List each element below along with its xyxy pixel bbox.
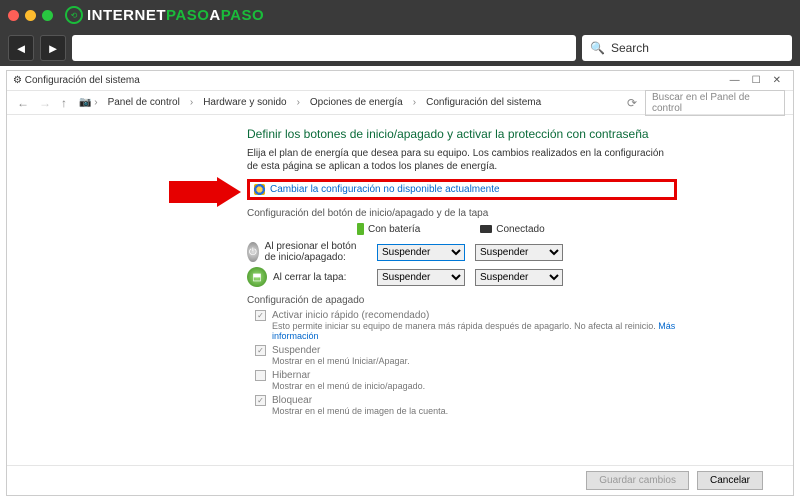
suspend-label: Suspender <box>272 345 320 356</box>
nav-forward: → <box>37 96 53 110</box>
logo-word-1: INTERNET <box>87 7 166 24</box>
macos-minimize[interactable] <box>25 10 36 21</box>
macos-close[interactable] <box>8 10 19 21</box>
panel-search[interactable]: Buscar en el Panel de control <box>645 90 785 116</box>
nav-up[interactable]: ↑ <box>59 96 69 110</box>
suspend-desc: Mostrar en el menú Iniciar/Apagar. <box>272 356 677 366</box>
browser-navbar: ◄ ► 🔍 Search <box>0 30 800 66</box>
hibernate-label: Hibernar <box>272 370 310 381</box>
logo-word-2: PASO <box>166 7 209 24</box>
plug-icon <box>480 225 492 233</box>
minimize-button[interactable]: — <box>724 75 746 86</box>
battery-icon <box>357 223 364 235</box>
crumb-power[interactable]: Opciones de energía <box>310 97 403 108</box>
power-button-plugged-select[interactable]: Suspender <box>475 244 563 261</box>
lock-checkbox: ✓ <box>255 395 266 406</box>
shield-icon <box>254 184 265 195</box>
page-description: Elija el plan de energía que desea para … <box>247 147 677 173</box>
macos-maximize[interactable] <box>42 10 53 21</box>
lid-plugged-select[interactable]: Suspender <box>475 269 563 286</box>
fast-startup-label: Activar inicio rápido (recomendado) <box>272 310 429 321</box>
back-button[interactable]: ◄ <box>8 35 34 61</box>
logo-word-3: A <box>209 7 220 24</box>
change-settings-highlight: Cambiar la configuración no disponible a… <box>247 179 677 200</box>
site-logo: ⟲ INTERNETPASOAPASO <box>65 6 264 24</box>
hibernate-checkbox <box>255 370 266 381</box>
col-plugged-label: Conectado <box>496 224 544 235</box>
lid-close-label: Al cerrar la tapa: <box>273 272 346 283</box>
power-button-battery-select[interactable]: Suspender <box>377 244 465 261</box>
maximize-button[interactable]: ☐ <box>746 75 767 86</box>
lid-battery-select[interactable]: Suspender <box>377 269 465 286</box>
close-button[interactable]: ✕ <box>767 75 787 86</box>
crumb-root[interactable]: Panel de control <box>108 97 180 108</box>
save-button: Guardar cambios <box>586 471 689 490</box>
cancel-button[interactable]: Cancelar <box>697 471 763 490</box>
search-placeholder: Search <box>611 41 649 55</box>
browser-titlebar: ⟲ INTERNETPASOAPASO <box>0 0 800 30</box>
section-buttons-label: Configuración del botón de inicio/apagad… <box>247 208 677 219</box>
section-shutdown-label: Configuración de apagado <box>247 295 677 306</box>
col-battery-label: Con batería <box>368 224 420 235</box>
window-title: Configuración del sistema <box>25 75 140 86</box>
crumb-system[interactable]: Configuración del sistema <box>426 97 541 108</box>
power-button-icon: ⏻ <box>247 242 259 262</box>
change-unavailable-settings-link[interactable]: Cambiar la configuración no disponible a… <box>270 184 500 195</box>
browser-search[interactable]: 🔍 Search <box>582 35 792 61</box>
lid-icon: ⬒ <box>247 267 267 287</box>
window-icon: ⚙ <box>13 75 22 86</box>
logo-word-4: PASO <box>221 7 264 24</box>
lock-label: Bloquear <box>272 395 312 406</box>
breadcrumb-toolbar: ← → ↑ 📷 › Panel de control › Hardware y … <box>7 91 793 115</box>
logo-icon: ⟲ <box>65 6 83 24</box>
address-bar[interactable] <box>72 35 576 61</box>
fast-startup-desc: Esto permite iniciar su equipo de manera… <box>272 321 658 331</box>
suspend-checkbox: ✓ <box>255 345 266 356</box>
hibernate-desc: Mostrar en el menú de inicio/apagado. <box>272 381 677 391</box>
lock-desc: Mostrar en el menú de imagen de la cuent… <box>272 406 677 416</box>
refresh-icon[interactable]: ⟳ <box>625 96 639 110</box>
fast-startup-checkbox: ✓ <box>255 310 266 321</box>
search-icon: 🔍 <box>590 41 605 55</box>
forward-button[interactable]: ► <box>40 35 66 61</box>
nav-back[interactable]: ← <box>15 96 31 110</box>
page-heading: Definir los botones de inicio/apagado y … <box>247 127 677 141</box>
control-panel-window: ⚙ Configuración del sistema — ☐ ✕ ← → ↑ … <box>6 70 794 496</box>
footer-bar: Guardar cambios Cancelar <box>7 465 793 495</box>
power-button-label: Al presionar el botón de inicio/apagado: <box>265 241 367 263</box>
crumb-hardware[interactable]: Hardware y sonido <box>203 97 286 108</box>
